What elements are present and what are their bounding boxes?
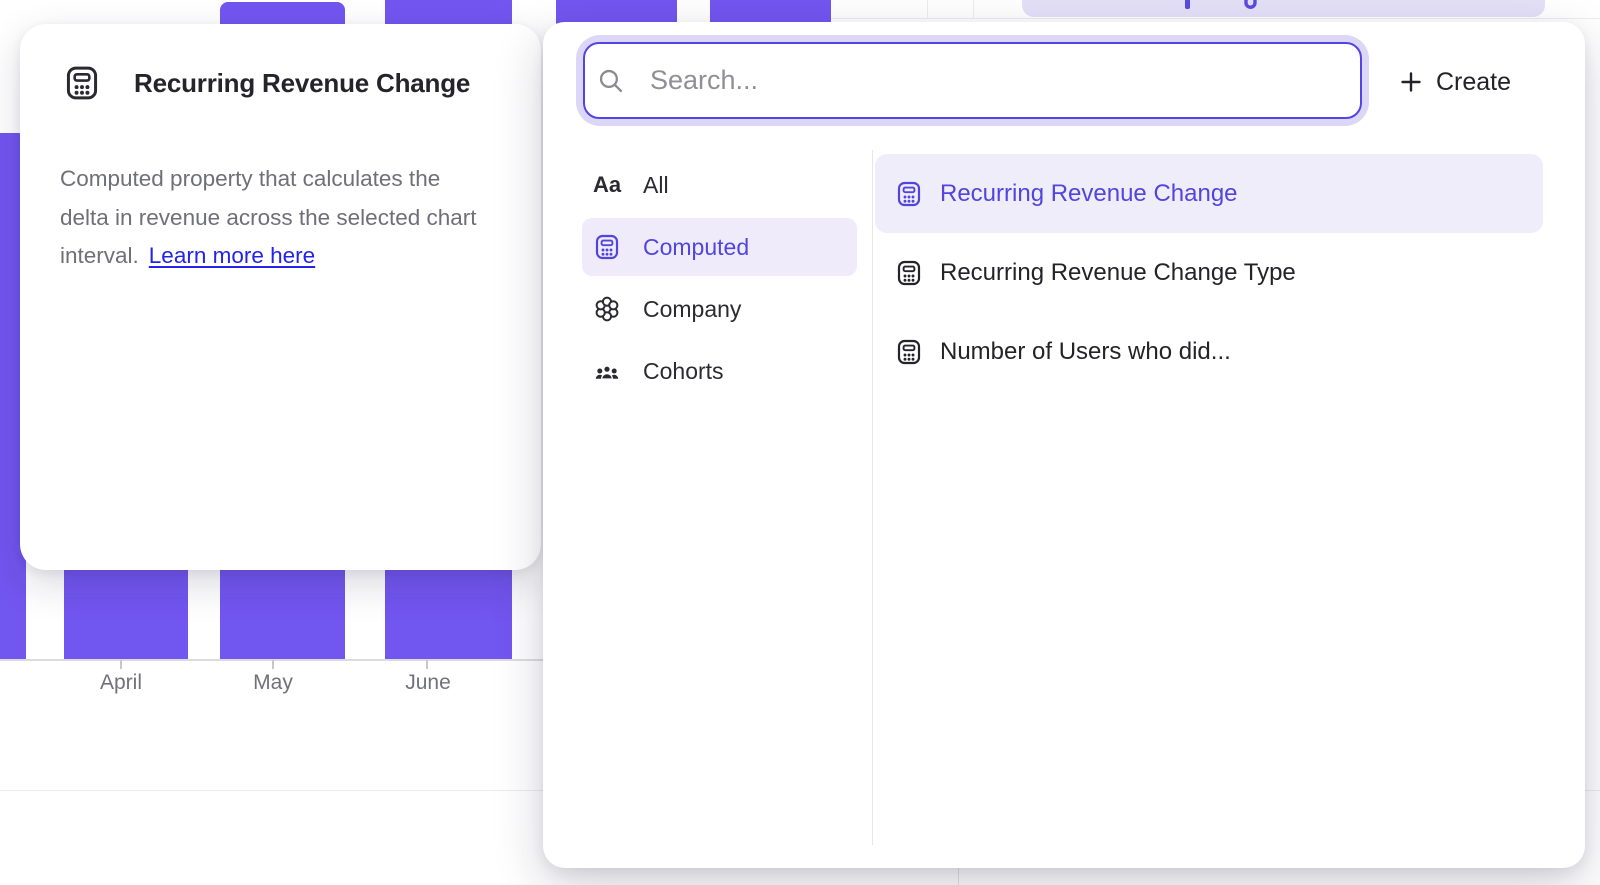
filter-item-all[interactable]: Aa All [582, 156, 857, 214]
chart-x-axis [0, 659, 560, 661]
cutoff-text-fragment [1244, 0, 1258, 10]
tooltip-description-line: interval.Learn more here [60, 237, 510, 276]
result-item-recurring-revenue-change-type[interactable]: Recurring Revenue Change Type [875, 233, 1543, 312]
tooltip-description-line: delta in revenue across the selected cha… [60, 199, 510, 238]
axis-tick [426, 660, 428, 669]
cohorts-people-icon [593, 357, 621, 385]
calculator-icon [895, 259, 923, 287]
cutoff-text-fragment [1185, 0, 1190, 9]
calculator-icon [895, 180, 923, 208]
search-focus-ring [576, 35, 1369, 126]
axis-tick [272, 660, 274, 669]
calculator-icon [895, 338, 923, 366]
filter-item-company[interactable]: Company [582, 280, 857, 338]
create-button-label: Create [1436, 68, 1511, 97]
axis-tick [120, 660, 122, 669]
axis-label: April [100, 671, 142, 695]
filter-item-computed[interactable]: Computed [582, 218, 857, 276]
screen: April May June Recurring Revenue Change Co… [0, 0, 1600, 885]
search-icon [597, 67, 624, 94]
filter-list: Aa All Computed Company Cohorts [582, 156, 857, 400]
calculator-icon [63, 64, 101, 102]
search-input[interactable] [648, 64, 1340, 97]
tooltip-description-line: Computed property that calculates the [60, 160, 510, 199]
learn-more-link[interactable]: Learn more here [149, 243, 315, 268]
create-button[interactable]: Create [1399, 58, 1511, 106]
calculator-icon [593, 233, 621, 261]
property-tooltip-card: Recurring Revenue Change Computed proper… [20, 24, 541, 570]
result-item-number-of-users-who-did[interactable]: Number of Users who did... [875, 312, 1543, 391]
axis-label: June [405, 671, 451, 695]
axis-label: May [253, 671, 293, 695]
panel-column-divider [872, 150, 873, 845]
search-field[interactable] [583, 42, 1362, 119]
plus-icon [1399, 70, 1423, 94]
tooltip-title: Recurring Revenue Change [134, 68, 470, 99]
aa-text-icon: Aa [593, 172, 621, 198]
company-cluster-icon [593, 295, 621, 323]
partially-visible-chip[interactable] [1022, 0, 1545, 17]
property-picker-panel: Create Aa All Computed Company Cohorts [543, 22, 1585, 868]
filter-item-cohorts[interactable]: Cohorts [582, 342, 857, 400]
search-results-list: Recurring Revenue Change Recurring Reven… [875, 154, 1543, 391]
result-item-recurring-revenue-change[interactable]: Recurring Revenue Change [875, 154, 1543, 233]
tooltip-description: Computed property that calculates the de… [60, 160, 510, 276]
